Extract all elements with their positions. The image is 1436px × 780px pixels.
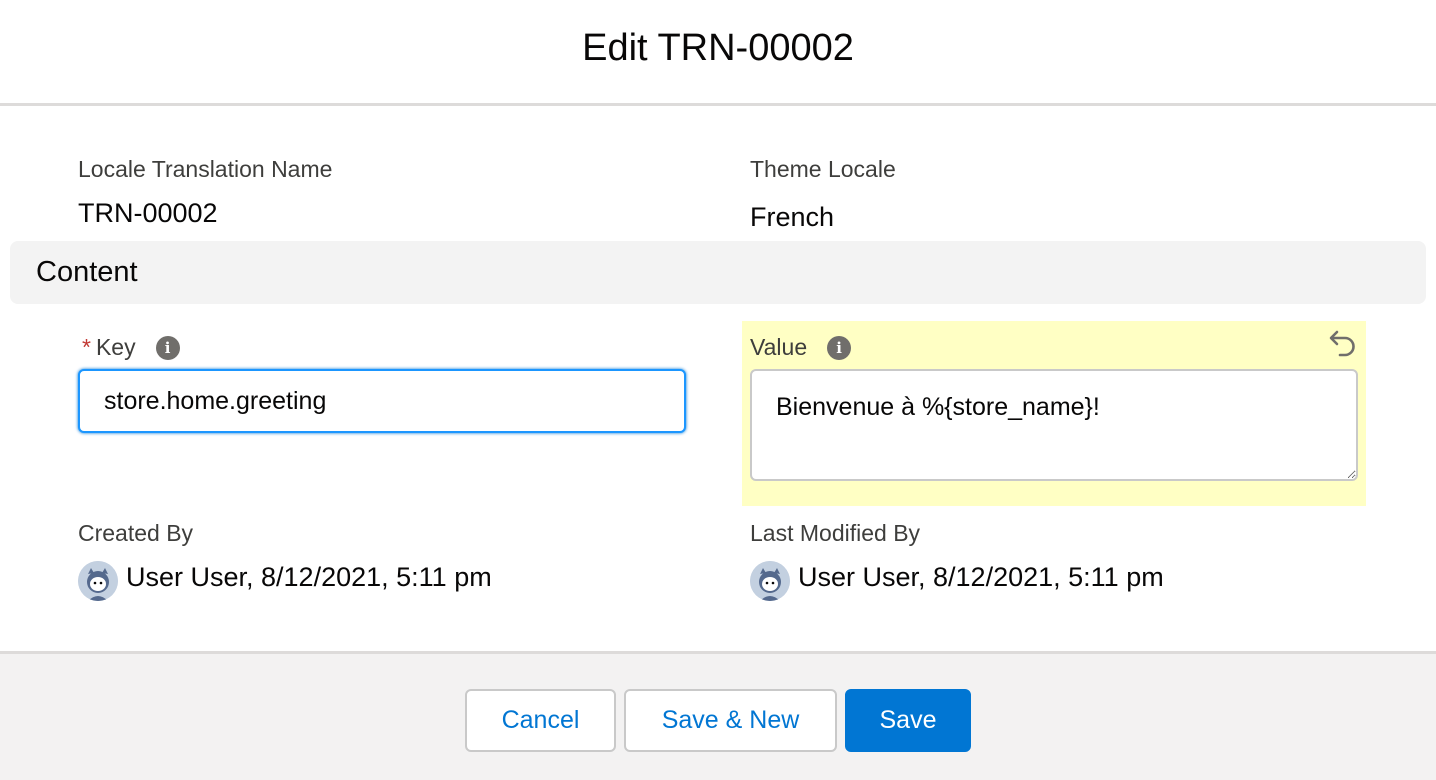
avatar-icon	[78, 561, 118, 601]
key-input[interactable]	[78, 369, 686, 433]
value-label-row: Value i	[750, 334, 852, 361]
locale-translation-name-value: TRN-00002	[78, 198, 218, 228]
last-modified-by-value[interactable]: User User, 8/12/2021, 5:11 pm	[798, 562, 1164, 593]
modal-footer: Cancel Save & New Save	[0, 651, 1436, 780]
created-by-label: Created By	[78, 520, 194, 546]
value-textarea[interactable]: Bienvenue à %{store_name}!	[750, 369, 1358, 481]
section-title: Content	[36, 256, 138, 288]
content-section-header[interactable]: Content	[10, 241, 1426, 304]
save-and-new-button[interactable]: Save & New	[624, 689, 837, 752]
required-marker: *	[82, 334, 91, 360]
save-button[interactable]: Save	[845, 689, 971, 752]
created-by-value[interactable]: User User, 8/12/2021, 5:11 pm	[126, 562, 492, 593]
info-icon[interactable]: i	[827, 335, 852, 360]
modal-title: Edit TRN-00002	[582, 27, 854, 69]
key-label-row: * Key i	[82, 334, 180, 361]
theme-locale-label: Theme Locale	[750, 156, 896, 182]
avatar	[750, 561, 790, 601]
last-modified-by-label: Last Modified By	[750, 520, 921, 546]
avatar	[78, 561, 118, 601]
info-icon[interactable]: i	[155, 335, 180, 360]
cancel-button[interactable]: Cancel	[465, 689, 616, 752]
value-label: Value	[750, 334, 808, 360]
edit-modal: Edit TRN-00002 Locale Translation Name T…	[0, 0, 1436, 780]
avatar-icon	[750, 561, 790, 601]
key-label: Key	[95, 334, 136, 360]
locale-translation-name-label: Locale Translation Name	[78, 156, 333, 182]
theme-locale-value: French	[750, 202, 835, 232]
modal-header: Edit TRN-00002	[0, 0, 1436, 106]
undo-icon[interactable]	[1328, 328, 1358, 358]
